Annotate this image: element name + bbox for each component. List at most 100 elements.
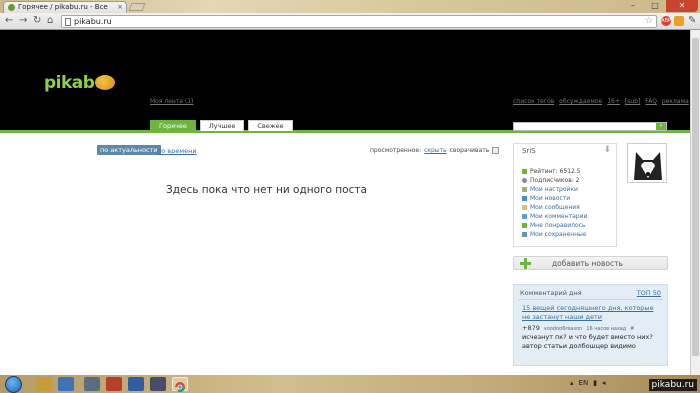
- pin-icon[interactable]: ⬇: [603, 145, 611, 155]
- settings-icon: [522, 187, 527, 192]
- subscribers-text: Подписчиков: 2: [530, 177, 580, 184]
- comment-icon: [522, 214, 527, 219]
- app-icon[interactable]: [150, 377, 166, 391]
- browser-tab[interactable]: Горячее / pikabu.ru - Все ×: [3, 1, 127, 13]
- up-arrow-icon: [522, 223, 527, 228]
- sub-link[interactable]: [sub]: [625, 98, 640, 105]
- tags-link[interactable]: список тегов: [513, 98, 554, 105]
- page-icon: [65, 18, 71, 26]
- comment-meta: +879 voodoo6reason 16 часов назад #: [522, 324, 634, 332]
- user-rating: Рейтинг: 6512.5: [522, 168, 581, 175]
- user-link-news[interactable]: Мои новости: [522, 195, 570, 202]
- viewed-controls: просмотренное: скрыть сворачивать: [370, 147, 500, 154]
- app-icon[interactable]: [106, 377, 122, 391]
- chrome-icon: [175, 382, 185, 392]
- reload-icon[interactable]: ↻: [33, 15, 41, 27]
- rating-text: Рейтинг: 6512.5: [530, 168, 581, 175]
- add-news-button[interactable]: добавить новость: [513, 256, 668, 270]
- tab-title: Горячее / pikabu.ru - Все: [18, 3, 108, 11]
- viewed-hide-link[interactable]: скрыть: [424, 147, 447, 154]
- avatar[interactable]: [627, 143, 667, 183]
- viewed-label: просмотренное:: [370, 147, 422, 154]
- minimize-button[interactable]: –: [622, 0, 644, 12]
- viewed-collapse-label: сворачивать: [449, 147, 490, 154]
- app-icon[interactable]: [84, 377, 100, 391]
- tab-hot[interactable]: Горячее: [150, 120, 196, 131]
- wrench-menu-icon[interactable]: ✎: [688, 15, 696, 26]
- back-arrow-icon[interactable]: ←: [5, 15, 13, 27]
- window-titlebar: Горячее / pikabu.ru - Все × – □ ✕: [0, 0, 700, 13]
- comments-link-text: Мои комментарии: [530, 213, 588, 220]
- post-link[interactable]: 15 вещей сегодняшнего дня, которые не за…: [522, 304, 662, 322]
- sort-tabs: Горячее Лучшее Свежее: [150, 120, 293, 131]
- news-icon: [522, 196, 527, 201]
- page-scrollbar[interactable]: [690, 30, 700, 375]
- user-link-messages[interactable]: Мои сообщения: [522, 204, 580, 211]
- messages-link-text: Мои сообщения: [530, 204, 580, 211]
- rating-icon: [522, 169, 527, 174]
- language-indicator[interactable]: EN: [579, 379, 589, 387]
- envelope-icon: [522, 205, 527, 210]
- browser-toolbar: ← → ↻ ⌂ pikabu.ru ☆ ABP ✎: [0, 13, 700, 30]
- top50-link[interactable]: ТОП 50: [637, 289, 661, 297]
- comment-of-day-panel: Комментарий дня ТОП 50 15 вещей сегодняш…: [513, 284, 668, 366]
- start-button[interactable]: [5, 376, 22, 393]
- extension-icon[interactable]: [674, 16, 684, 26]
- user-link-settings[interactable]: Мои настройки: [522, 186, 578, 193]
- plus-icon: [520, 258, 531, 269]
- liked-link-text: Мне понравилось: [530, 222, 586, 229]
- news-link-text: Мои новости: [530, 195, 571, 202]
- filter-time-link[interactable]: по времени: [157, 147, 197, 155]
- address-bar[interactable]: pikabu.ru ☆: [61, 15, 657, 28]
- extension-badge-icon[interactable]: ABP: [661, 16, 671, 26]
- tab-fresh[interactable]: Свежее: [248, 120, 293, 131]
- empty-feed-message: Здесь пока что нет ни одного поста: [166, 184, 367, 196]
- age-link[interactable]: 16+: [607, 98, 620, 105]
- photoshop-icon[interactable]: [128, 377, 144, 391]
- bookmark-star-icon[interactable]: ☆: [645, 16, 653, 27]
- maximize-button[interactable]: □: [644, 0, 666, 12]
- volume-icon[interactable]: ◂: [602, 379, 606, 387]
- collapse-checkbox[interactable]: [492, 147, 500, 154]
- saved-link-text: Мои сохраненные: [530, 231, 587, 238]
- chrome-taskbar-icon[interactable]: [172, 377, 188, 392]
- scroll-thumb[interactable]: [692, 38, 699, 356]
- new-tab-button[interactable]: [128, 3, 146, 11]
- top-links: список тегов обсуждаемое 16+ [sub] FAQ р…: [513, 98, 689, 105]
- favicon-icon: [8, 4, 15, 11]
- divider: [518, 299, 663, 300]
- comment-permalink[interactable]: #: [630, 326, 634, 332]
- system-tray: ▴ EN ▮ ◂: [570, 379, 606, 387]
- discussed-link[interactable]: обсуждаемое: [559, 98, 602, 105]
- search-button[interactable]: »: [656, 123, 666, 130]
- user-link-liked[interactable]: Мне понравилось: [522, 222, 585, 229]
- husky-avatar-icon: [628, 144, 666, 182]
- up-arrow-icon[interactable]: ▴: [570, 379, 574, 387]
- tab-best[interactable]: Лучшее: [199, 120, 245, 131]
- tab-close-icon[interactable]: ×: [117, 2, 123, 12]
- explorer-icon[interactable]: [36, 377, 52, 391]
- my-feed-link[interactable]: Моя лента (1): [150, 98, 193, 105]
- forward-arrow-icon[interactable]: →: [19, 15, 27, 27]
- user-link-saved[interactable]: Мои сохраненные: [522, 231, 587, 238]
- windows-taskbar: ▴ EN ▮ ◂ pikabu.ru: [0, 375, 700, 393]
- faq-link[interactable]: FAQ: [645, 98, 657, 105]
- ads-link[interactable]: реклама: [662, 98, 689, 105]
- save-icon: [522, 232, 527, 237]
- username[interactable]: SriS: [522, 147, 536, 155]
- app-icon[interactable]: [58, 377, 74, 391]
- logo-pie-icon: [95, 75, 115, 90]
- person-icon: [522, 178, 527, 183]
- comment-text: исчезнут пк? и что будет вместо них? авт…: [522, 333, 653, 350]
- comment-of-day-title: Комментарий дня: [520, 289, 582, 297]
- comment-score: +879: [522, 324, 540, 332]
- search-input[interactable]: »: [513, 122, 667, 131]
- comment-author[interactable]: voodoo6reason: [544, 326, 582, 332]
- user-link-comments[interactable]: Мои комментарии: [522, 213, 587, 220]
- url-text: pikabu.ru: [74, 17, 112, 26]
- close-window-button[interactable]: ✕: [666, 0, 698, 12]
- filter-relevance-button[interactable]: по актуальности: [97, 145, 161, 155]
- network-icon[interactable]: ▮: [593, 379, 597, 387]
- home-icon[interactable]: ⌂: [47, 15, 53, 27]
- user-panel: SriS ⬇ Рейтинг: 6512.5 Подписчиков: 2 Мо…: [513, 143, 617, 247]
